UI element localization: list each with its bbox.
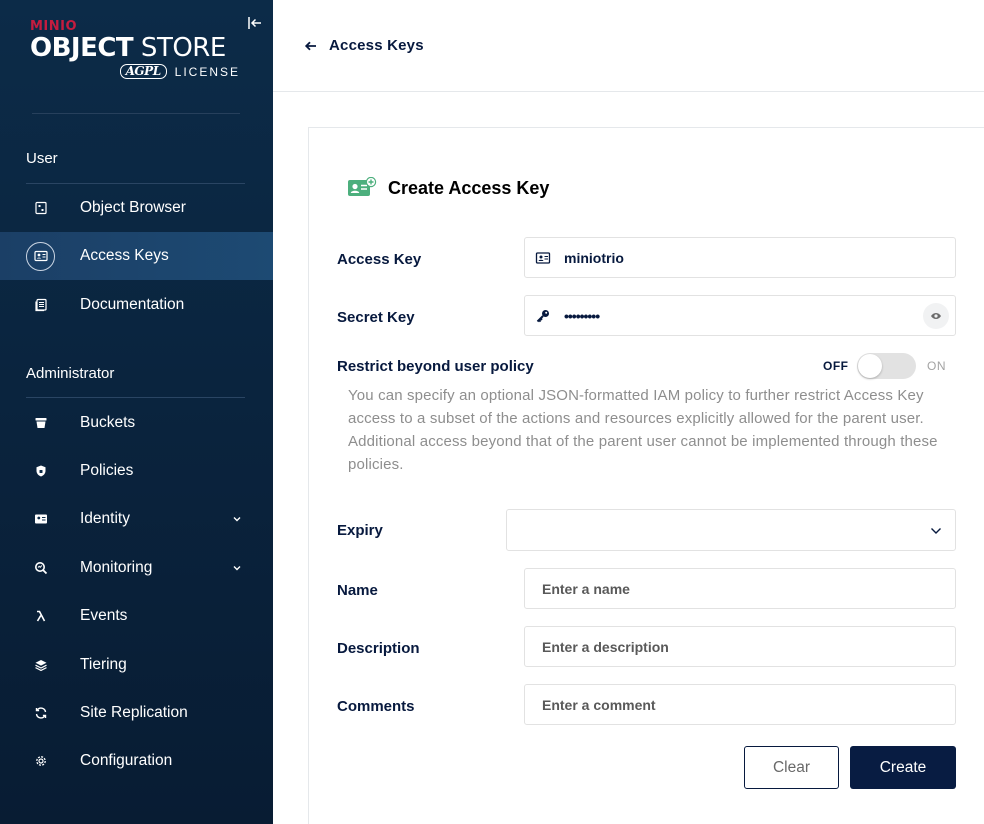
sidebar-item-configuration[interactable]: Configuration bbox=[0, 737, 273, 785]
access-key-input[interactable] bbox=[525, 238, 955, 277]
arrow-left-icon bbox=[304, 41, 316, 50]
sidebar-item-label: Tiering bbox=[80, 656, 127, 673]
collapse-sidebar-icon[interactable] bbox=[246, 14, 264, 32]
access-key-card-icon bbox=[348, 177, 377, 196]
name-input[interactable] bbox=[525, 569, 955, 608]
id-card-icon bbox=[535, 251, 551, 264]
sidebar-item-label: Site Replication bbox=[80, 704, 188, 721]
section-title-user: User bbox=[26, 150, 58, 167]
tiering-icon bbox=[26, 651, 55, 680]
divider bbox=[32, 113, 240, 114]
minio-logo: MINIO OBJECT STORE AGPL LICENSE bbox=[30, 20, 242, 79]
site-replication-icon bbox=[26, 699, 55, 728]
gear-icon bbox=[26, 747, 55, 776]
name-field[interactable] bbox=[524, 568, 956, 609]
eye-icon bbox=[931, 313, 941, 319]
sidebar-item-access-keys[interactable]: Access Keys bbox=[0, 232, 273, 280]
toggle-off-label: OFF bbox=[823, 359, 849, 373]
documentation-icon bbox=[26, 291, 55, 320]
sidebar-item-label: Identity bbox=[80, 510, 130, 527]
toggle-knob bbox=[858, 354, 882, 378]
access-keys-icon bbox=[26, 241, 55, 271]
name-label: Name bbox=[337, 582, 378, 599]
buckets-icon bbox=[26, 409, 55, 438]
chevron-down-icon bbox=[931, 528, 941, 534]
sidebar-item-events[interactable]: Events bbox=[0, 592, 273, 640]
comments-input[interactable] bbox=[525, 685, 955, 724]
show-password-button[interactable] bbox=[923, 303, 949, 329]
secret-key-label: Secret Key bbox=[337, 309, 415, 326]
restrict-policy-toggle[interactable] bbox=[857, 353, 916, 379]
sidebar-item-label: Buckets bbox=[80, 414, 136, 431]
description-input[interactable] bbox=[525, 627, 955, 666]
form-title: Create Access Key bbox=[388, 178, 550, 198]
restrict-policy-label: Restrict beyond user policy bbox=[337, 358, 534, 375]
comments-label: Comments bbox=[337, 698, 415, 715]
sidebar-item-monitoring[interactable]: Monitoring bbox=[0, 544, 273, 592]
logo-title: OBJECT STORE bbox=[30, 33, 226, 63]
sidebar-item-site-replication[interactable]: Site Replication bbox=[0, 689, 273, 737]
back-link-label: Access Keys bbox=[329, 37, 424, 54]
create-button[interactable]: Create bbox=[850, 746, 956, 789]
secret-key-input[interactable] bbox=[525, 296, 955, 335]
divider bbox=[26, 397, 245, 398]
access-key-label: Access Key bbox=[337, 251, 422, 268]
page-header: Access Keys bbox=[273, 0, 984, 92]
access-key-field[interactable] bbox=[524, 237, 956, 278]
description-label: Description bbox=[337, 640, 420, 657]
chevron-down-icon[interactable] bbox=[231, 562, 243, 574]
sidebar-item-identity[interactable]: Identity bbox=[0, 495, 273, 543]
logo-brand: MINIO bbox=[30, 19, 78, 34]
identity-icon bbox=[26, 505, 55, 534]
sidebar-item-policies[interactable]: Policies bbox=[0, 447, 273, 495]
description-field[interactable] bbox=[524, 626, 956, 667]
sidebar: MINIO OBJECT STORE AGPL LICENSE User Obj… bbox=[0, 0, 273, 824]
sidebar-item-label: Events bbox=[80, 607, 128, 624]
back-link[interactable]: Access Keys bbox=[304, 37, 424, 54]
logo-license: AGPL LICENSE bbox=[30, 64, 242, 79]
sidebar-item-label: Monitoring bbox=[80, 559, 153, 576]
sidebar-item-tiering[interactable]: Tiering bbox=[0, 641, 273, 689]
expiry-label: Expiry bbox=[337, 522, 383, 539]
comments-field[interactable] bbox=[524, 684, 956, 725]
sidebar-item-buckets[interactable]: Buckets bbox=[0, 399, 273, 447]
object-browser-icon bbox=[26, 194, 55, 223]
policies-icon bbox=[26, 457, 55, 486]
sidebar-item-label: Object Browser bbox=[80, 199, 186, 216]
agpl-badge: AGPL bbox=[119, 64, 167, 79]
lambda-icon bbox=[26, 602, 55, 631]
sidebar-item-label: Documentation bbox=[80, 296, 185, 313]
sidebar-item-label: Policies bbox=[80, 462, 134, 479]
clear-button[interactable]: Clear bbox=[744, 746, 839, 789]
sidebar-item-label: Configuration bbox=[80, 752, 173, 769]
sidebar-item-label: Access Keys bbox=[80, 247, 169, 264]
toggle-on-label: ON bbox=[927, 359, 946, 373]
section-title-administrator: Administrator bbox=[26, 365, 115, 382]
expiry-select[interactable] bbox=[506, 509, 956, 551]
chevron-down-icon[interactable] bbox=[231, 513, 243, 525]
secret-key-field[interactable] bbox=[524, 295, 956, 336]
sidebar-item-object-browser[interactable]: Object Browser bbox=[0, 184, 273, 232]
monitoring-icon bbox=[26, 554, 55, 583]
license-label: LICENSE bbox=[174, 64, 240, 79]
restrict-policy-help: You can specify an optional JSON-formatt… bbox=[348, 387, 938, 473]
sidebar-item-documentation[interactable]: Documentation bbox=[0, 281, 273, 329]
key-icon bbox=[536, 309, 549, 322]
